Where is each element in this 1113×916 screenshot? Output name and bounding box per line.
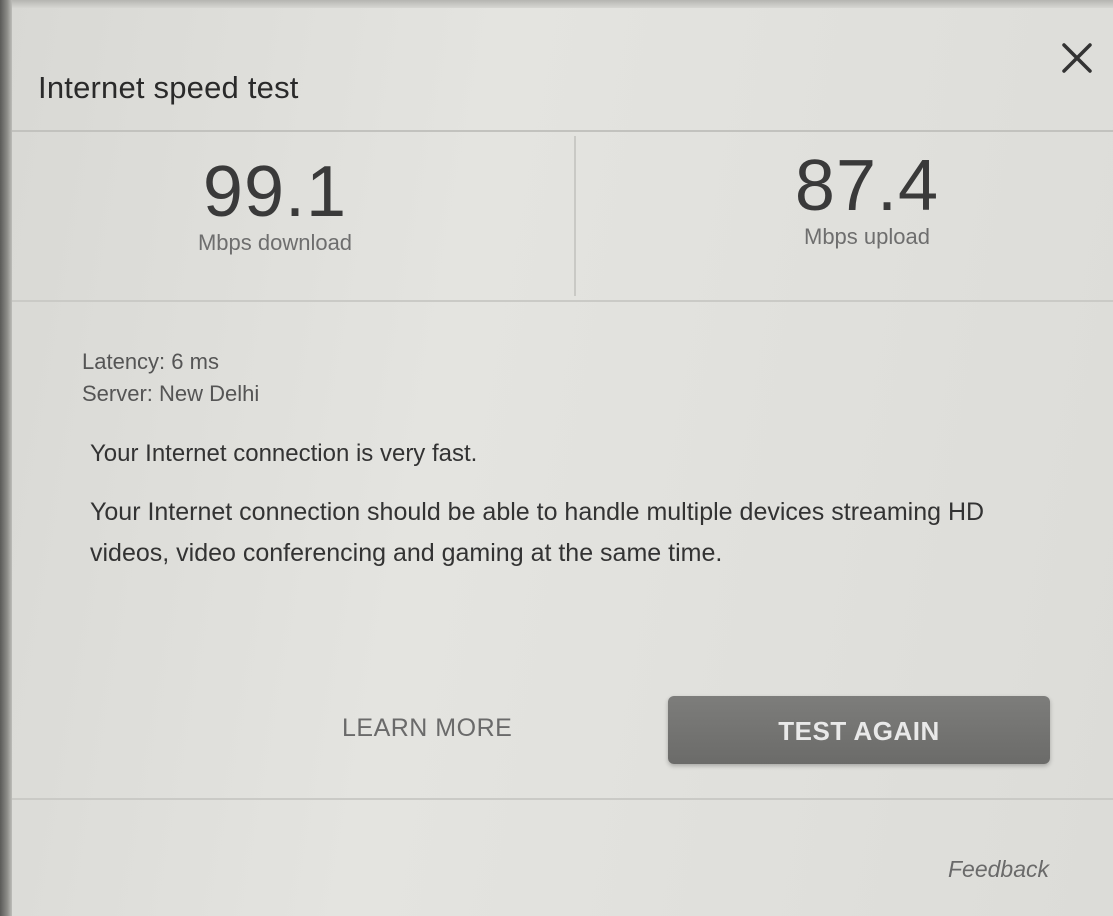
upload-value: 87.4 <box>794 146 940 226</box>
speed-results: 99.1 Mbps download 87.4 Mbps upload <box>12 132 1113 302</box>
download-value: 99.1 <box>202 152 348 232</box>
learn-more-link[interactable]: LEARN MORE <box>342 714 512 743</box>
test-again-button[interactable]: TEST AGAIN <box>668 696 1050 764</box>
feedback-link[interactable]: Feedback <box>948 856 1049 883</box>
connection-description: Your Internet connection should be able … <box>90 498 985 567</box>
results-divider <box>574 136 576 296</box>
connection-status: Your Internet connection is very fast. <box>90 440 478 467</box>
results-details: Latency: 6 ms Server: New Delhi Your Int… <box>82 346 1042 574</box>
download-result: 99.1 Mbps download <box>150 156 400 256</box>
upload-result: 87.4 Mbps upload <box>752 150 982 250</box>
server-text: Server: New Delhi <box>82 381 260 406</box>
speed-test-dialog: Internet speed test 99.1 Mbps download 8… <box>12 8 1113 916</box>
dialog-header: Internet speed test <box>12 8 1113 132</box>
dialog-title: Internet speed test <box>38 70 299 105</box>
dialog-actions: LEARN MORE TEST AGAIN <box>12 696 1113 766</box>
download-label: Mbps download <box>197 230 353 255</box>
upload-label: Mbps upload <box>804 224 930 249</box>
frame-edge <box>0 0 12 916</box>
latency-text: Latency: 6 ms <box>82 349 219 374</box>
top-edge <box>0 0 1113 8</box>
close-button[interactable] <box>1057 38 1097 78</box>
close-icon <box>1062 43 1092 73</box>
screen: Internet speed test 99.1 Mbps download 8… <box>0 0 1113 916</box>
footer-divider <box>12 798 1113 800</box>
